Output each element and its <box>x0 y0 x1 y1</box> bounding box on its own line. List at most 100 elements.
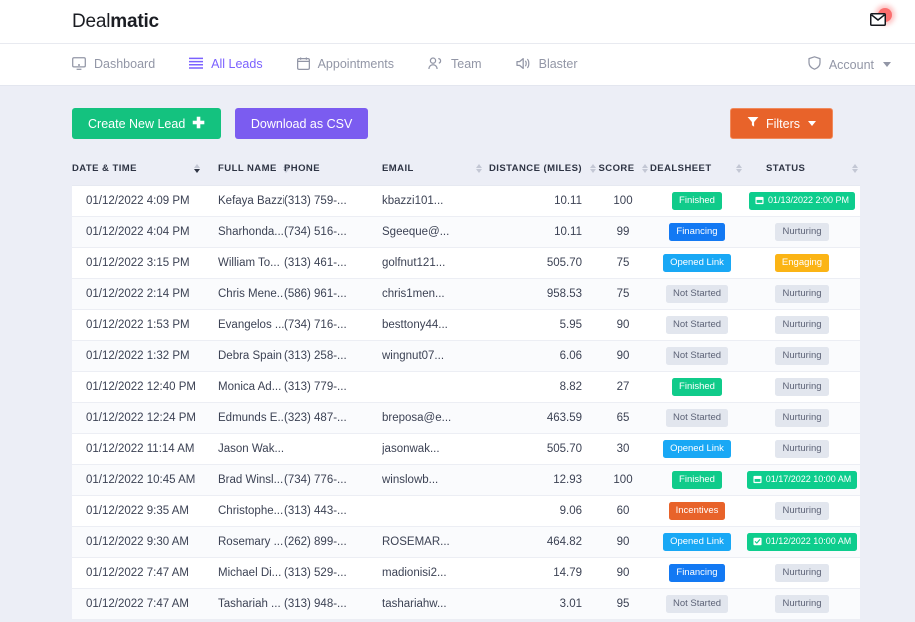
dealsheet-badge[interactable]: Not Started <box>665 284 729 304</box>
table-row[interactable]: 01/12/2022 4:09 PM Kefaya Bazzi (313) 759-… <box>72 185 860 217</box>
nav-item-blaster[interactable]: Blaster <box>515 57 578 73</box>
cell-date-time: 01/12/2022 11:14 AM <box>72 433 218 465</box>
dealsheet-badge[interactable]: Finished <box>672 377 722 397</box>
nav-item-all-leads[interactable]: All Leads <box>189 57 263 72</box>
table-row[interactable]: 01/12/2022 1:32 PM Debra Spain (313) 258-.… <box>72 340 860 372</box>
status-badge[interactable]: Nurturing <box>775 439 829 459</box>
cell-date-time: 01/12/2022 9:30 AM <box>72 526 218 558</box>
status-badge[interactable]: Nurturing <box>775 315 829 335</box>
column-header-phone[interactable]: PHONE <box>284 163 382 186</box>
column-header-status[interactable]: STATUS <box>744 163 860 186</box>
cell-score: 75 <box>596 247 650 279</box>
table-row[interactable]: 01/12/2022 10:45 AM Brad Winsl... (734) 77… <box>72 464 860 496</box>
status-badge[interactable]: Nurturing <box>775 408 829 428</box>
table-row[interactable]: 01/12/2022 7:47 AM Michael Di... (313) 529… <box>72 557 860 589</box>
sort-icon-email[interactable] <box>476 164 482 173</box>
cell-score: 99 <box>596 216 650 248</box>
cell-dealsheet: Incentives <box>650 495 744 527</box>
status-badge[interactable]: Nurturing <box>775 377 829 397</box>
table-row[interactable]: 01/12/2022 2:14 PM Chris Mene... (586) 961… <box>72 278 860 310</box>
dealsheet-badge[interactable]: Opened Link <box>663 439 731 459</box>
status-badge[interactable]: 01/17/2022 10:00 AM <box>746 471 858 489</box>
filters-button[interactable]: Filters <box>729 108 833 139</box>
status-badge[interactable]: Engaging <box>774 253 830 273</box>
cell-distance: 8.82 <box>486 371 596 403</box>
dealsheet-badge[interactable]: Financing <box>669 222 725 242</box>
cell-phone: (323) 487-... <box>284 402 382 434</box>
app-logo[interactable]: Dealmatic <box>72 11 159 33</box>
table-row[interactable]: 01/12/2022 9:35 AM Christophe... (313) 443… <box>72 495 860 527</box>
cell-dealsheet: Not Started <box>650 340 744 372</box>
cell-email: Sgeeque@... <box>382 216 486 248</box>
nav-item-dashboard[interactable]: Dashboard <box>72 56 156 73</box>
create-new-lead-button[interactable]: Create New Lead ✚ <box>72 108 221 139</box>
table-row[interactable]: 01/12/2022 4:04 PM Sharhonda... (734) 516-… <box>72 216 860 248</box>
nav-label: Dashboard <box>94 57 156 72</box>
status-badge[interactable]: Nurturing <box>775 346 829 366</box>
cell-phone: (313) 461-... <box>284 247 382 279</box>
nav-items: Dashboard All Leads Appointments Team Bl <box>72 56 578 73</box>
dealsheet-badge[interactable]: Opened Link <box>663 253 731 273</box>
sort-icon-dealsheet[interactable] <box>736 164 742 173</box>
dealsheet-badge[interactable]: Not Started <box>665 408 729 428</box>
column-header-dealsheet[interactable]: DEALSHEET <box>650 163 744 186</box>
status-badge[interactable]: 01/12/2022 10:00 AM <box>746 533 858 551</box>
cell-phone: (734) 716-... <box>284 309 382 341</box>
cell-status: 01/17/2022 10:00 AM <box>744 464 860 496</box>
sort-icon-status[interactable] <box>852 164 858 173</box>
account-menu[interactable]: Account <box>808 56 891 73</box>
cell-phone: (313) 948-... <box>284 588 382 620</box>
table-row[interactable]: 01/12/2022 9:30 AM Rosemary ... (262) 899-… <box>72 526 860 558</box>
dealsheet-badge[interactable]: Financing <box>669 563 725 583</box>
nav-item-appointments[interactable]: Appointments <box>296 57 394 73</box>
dealsheet-badge[interactable]: Incentives <box>668 501 726 521</box>
monitor-icon <box>72 56 86 73</box>
toolbar-left-buttons: Create New Lead ✚ Download as CSV <box>72 108 369 139</box>
cell-status: Nurturing <box>744 557 860 589</box>
nav-item-team[interactable]: Team <box>428 56 482 73</box>
cell-score: 100 <box>596 464 650 496</box>
status-badge[interactable]: 01/13/2022 2:00 PM <box>748 192 856 210</box>
dealsheet-badge[interactable]: Opened Link <box>663 532 731 552</box>
messages-button[interactable] <box>865 7 892 35</box>
cell-distance: 463.59 <box>486 402 596 434</box>
dealsheet-badge[interactable]: Finished <box>672 470 722 490</box>
sort-icon-date-time[interactable] <box>194 164 200 173</box>
cell-status: 01/13/2022 2:00 PM <box>744 185 860 217</box>
column-header-email[interactable]: EMAIL <box>382 163 486 186</box>
status-badge[interactable]: Nurturing <box>775 501 829 521</box>
table-body: 01/12/2022 4:09 PM Kefaya Bazzi (313) 759-… <box>72 185 860 620</box>
cell-score: 30 <box>596 433 650 465</box>
dealsheet-badge[interactable]: Not Started <box>665 315 729 335</box>
status-badge[interactable]: Nurturing <box>775 222 829 242</box>
cell-full-name: Jason Wak... <box>218 433 284 465</box>
table-row[interactable]: 01/12/2022 7:47 AM Tashariah ... (313) 948… <box>72 588 860 620</box>
cell-email <box>382 495 486 527</box>
cell-phone: (313) 759-... <box>284 185 382 217</box>
download-csv-button[interactable]: Download as CSV <box>234 108 369 139</box>
cell-date-time: 01/12/2022 4:09 PM <box>72 185 218 217</box>
main-navigation: Dashboard All Leads Appointments Team Bl <box>0 44 915 86</box>
column-header-full-name[interactable]: FULL NAME <box>218 163 289 186</box>
cell-score: 60 <box>596 495 650 527</box>
cell-distance: 6.06 <box>486 340 596 372</box>
table-row[interactable]: 01/12/2022 11:14 AM Jason Wak... jasonwak.… <box>72 433 860 465</box>
table-row[interactable]: 01/12/2022 12:24 PM Edmunds E... (323) 487… <box>72 402 860 434</box>
dealsheet-badge[interactable]: Finished <box>672 191 722 211</box>
sort-icon-score[interactable] <box>641 164 648 173</box>
column-header-score[interactable]: SCORE <box>596 163 650 186</box>
dealsheet-badge[interactable]: Not Started <box>665 594 729 614</box>
dealsheet-badge[interactable]: Not Started <box>665 346 729 366</box>
table-row[interactable]: 01/12/2022 12:40 PM Monica Ad... (313) 779… <box>72 371 860 403</box>
column-header-date-time[interactable]: DATE & TIME <box>72 163 218 186</box>
logo-text-bold: matic <box>110 10 159 32</box>
cell-date-time: 01/12/2022 7:47 AM <box>72 588 218 620</box>
sort-icon-distance[interactable] <box>590 164 596 173</box>
table-row[interactable]: 01/12/2022 1:53 PM Evangelos ... (734) 716… <box>72 309 860 341</box>
status-badge[interactable]: Nurturing <box>775 563 829 583</box>
cell-score: 65 <box>596 402 650 434</box>
status-badge[interactable]: Nurturing <box>775 284 829 304</box>
status-badge[interactable]: Nurturing <box>775 594 829 614</box>
column-header-distance[interactable]: DISTANCE (MILES) <box>486 163 596 186</box>
table-row[interactable]: 01/12/2022 3:15 PM William To... (313) 461… <box>72 247 860 279</box>
